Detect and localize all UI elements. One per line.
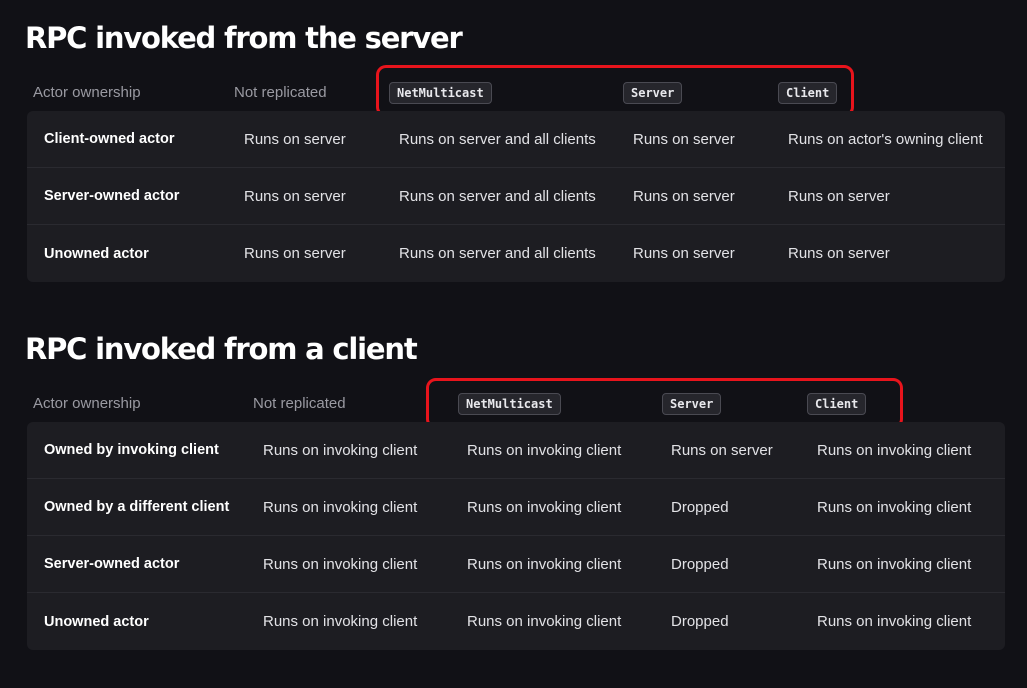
section-title-server: RPC invoked from the server <box>25 21 463 55</box>
highlight-box-server <box>376 65 854 117</box>
cell-server: Runs on server <box>633 130 735 148</box>
section-title-client: RPC invoked from a client <box>25 332 418 366</box>
table-row: Server-owned actor Runs on invoking clie… <box>27 536 1005 593</box>
table-client: Owned by invoking client Runs on invokin… <box>27 422 1005 650</box>
cell-client: Runs on invoking client <box>817 441 972 459</box>
table-row: Owned by invoking client Runs on invokin… <box>27 422 1005 479</box>
cell-netmulticast: Runs on invoking client <box>467 498 622 516</box>
table-row: Unowned actor Runs on invoking client Ru… <box>27 593 1005 650</box>
cell-server: Runs on server <box>633 245 735 262</box>
cell-not-replicated: Runs on invoking client <box>263 555 418 573</box>
table-row: Server-owned actor Runs on server Runs o… <box>27 168 1005 225</box>
cell-client: Runs on invoking client <box>817 498 972 516</box>
header-not-replicated: Not replicated <box>253 395 346 412</box>
cell-not-replicated: Runs on server <box>244 130 346 148</box>
cell-client: Runs on actor's owning client <box>788 130 983 148</box>
row-header: Client-owned actor <box>44 131 175 147</box>
row-header: Owned by invoking client <box>44 442 219 458</box>
cell-not-replicated: Runs on server <box>244 187 346 205</box>
cell-netmulticast: Runs on invoking client <box>467 555 622 573</box>
header-not-replicated: Not replicated <box>234 84 327 101</box>
row-header: Unowned actor <box>44 613 149 630</box>
table-server: Client-owned actor Runs on server Runs o… <box>27 111 1005 282</box>
cell-server: Dropped <box>671 498 729 516</box>
row-header: Unowned actor <box>44 245 149 262</box>
table-row: Unowned actor Runs on server Runs on ser… <box>27 225 1005 282</box>
row-header: Server-owned actor <box>44 556 180 572</box>
row-header: Server-owned actor <box>44 188 180 204</box>
row-header: Owned by a different client <box>44 499 230 515</box>
cell-not-replicated: Runs on invoking client <box>263 498 418 516</box>
table-row: Owned by a different client Runs on invo… <box>27 479 1005 536</box>
cell-netmulticast: Runs on invoking client <box>467 441 622 459</box>
cell-netmulticast: Runs on server and all clients <box>399 187 596 205</box>
cell-server: Runs on server <box>633 187 735 205</box>
cell-not-replicated: Runs on server <box>244 245 346 262</box>
cell-server: Runs on server <box>671 441 773 459</box>
cell-server: Dropped <box>671 613 729 630</box>
cell-netmulticast: Runs on server and all clients <box>399 245 596 262</box>
header-actor-ownership: Actor ownership <box>33 395 141 412</box>
cell-server: Dropped <box>671 555 729 573</box>
cell-client: Runs on server <box>788 245 890 262</box>
table-row: Client-owned actor Runs on server Runs o… <box>27 111 1005 168</box>
cell-not-replicated: Runs on invoking client <box>263 441 418 459</box>
cell-client: Runs on invoking client <box>817 613 972 630</box>
cell-client: Runs on invoking client <box>817 555 972 573</box>
header-actor-ownership: Actor ownership <box>33 84 141 101</box>
cell-client: Runs on server <box>788 187 890 205</box>
cell-netmulticast: Runs on invoking client <box>467 613 622 630</box>
cell-not-replicated: Runs on invoking client <box>263 613 418 630</box>
cell-netmulticast: Runs on server and all clients <box>399 130 596 148</box>
